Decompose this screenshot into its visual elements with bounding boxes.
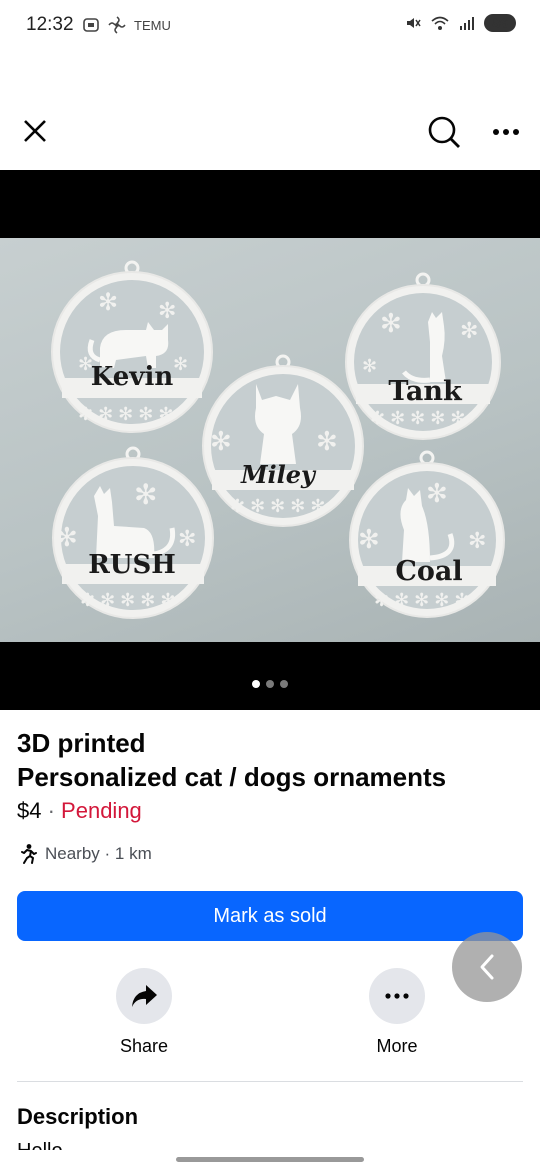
svg-text:✻ ✻ ✻ ✻ ✻: ✻ ✻ ✻ ✻ ✻	[80, 590, 175, 610]
close-icon	[24, 120, 46, 142]
svg-text:✻: ✻	[178, 526, 196, 551]
svg-text:✻ ✻ ✻ ✻ ✻: ✻ ✻ ✻ ✻ ✻	[78, 404, 173, 424]
price-separator: ·	[41, 798, 62, 823]
top-bar	[0, 100, 540, 164]
ornament-kevin: ✻ ✻ ✻ ✻ ✻ ✻ ✻ ✻ ✻	[51, 260, 213, 433]
battery-indicator: 86	[484, 14, 516, 32]
photo-carousel[interactable]: ✻ ✻ ✻ ✻ ✻ ✻ ✻ ✻ ✻ Kevin ✻ ✻ ✻ ✻ ✻ ✻ ✻ ✻ …	[0, 170, 540, 710]
close-button[interactable]	[14, 110, 56, 152]
share-arrow-icon	[132, 985, 157, 1007]
more-dots-icon	[493, 129, 519, 135]
svg-text:✻: ✻	[316, 426, 338, 456]
status-left-icons: TEMU	[82, 16, 171, 34]
floating-back-button[interactable]	[452, 932, 522, 1002]
location-row: Nearby · 1 km	[17, 843, 152, 865]
svg-text:✻: ✻	[56, 522, 78, 552]
ornament-coal: ✻ ✻ ✻ ✻ ✻ ✻ ✻ ✻	[349, 450, 505, 618]
description-heading: Description	[17, 1104, 139, 1129]
ornament-miley: ✻ ✻ ✻ ✻ ✻ ✻ ✻	[202, 354, 364, 527]
search-icon	[428, 116, 460, 148]
location-text: Nearby · 1 km	[45, 844, 152, 863]
signal-icon	[460, 17, 475, 30]
svg-text:✻ ✻ ✻ ✻ ✻: ✻ ✻ ✻ ✻ ✻	[370, 408, 465, 428]
ornament-label-kevin: Kevin	[90, 362, 174, 392]
more-options-button[interactable]	[486, 110, 526, 154]
svg-text:✻: ✻	[426, 478, 448, 508]
more-label: More	[376, 1036, 418, 1056]
carousel-pager	[0, 680, 540, 688]
share-label: Share	[119, 1036, 169, 1056]
mark-as-sold-button[interactable]: Mark as sold	[17, 891, 523, 941]
pager-dot[interactable]	[280, 680, 288, 688]
ornament-label-coal: Coal	[395, 556, 463, 587]
home-indicator[interactable]	[176, 1157, 364, 1162]
status-right-icons: 86	[404, 14, 516, 32]
walking-icon	[21, 844, 37, 864]
ornament-label-miley: Miley	[240, 460, 315, 489]
ornament-rush: ✻ ✻ ✻ ✻ ✻ ✻ ✻ ✻	[52, 446, 214, 619]
ornament-label-tank: Tank	[388, 376, 462, 407]
search-button[interactable]	[422, 110, 466, 154]
ornament-label-rush: RUSH	[88, 550, 176, 580]
section-divider	[17, 1081, 523, 1082]
mute-icon	[407, 18, 422, 28]
ornament-tank: ✻ ✻ ✻ ✻ ✻ ✻ ✻ ✻	[345, 272, 501, 440]
screenshot-icon	[83, 18, 99, 32]
listing-price: $4	[17, 798, 42, 823]
listing-title-line1: 3D printed	[17, 728, 146, 758]
svg-text:✻: ✻	[158, 298, 176, 323]
temu-icon: TEMU	[134, 17, 171, 33]
svg-text:✻: ✻	[468, 528, 486, 553]
svg-text:✻: ✻	[98, 289, 118, 316]
pager-dot[interactable]	[266, 680, 274, 688]
share-button[interactable]	[116, 968, 172, 1024]
chevron-left-icon	[480, 954, 494, 980]
listing-photo[interactable]: ✻ ✻ ✻ ✻ ✻ ✻ ✻ ✻ ✻ Kevin ✻ ✻ ✻ ✻ ✻ ✻ ✻ ✻ …	[0, 238, 540, 642]
svg-text:✻ ✻ ✻ ✻ ✻: ✻ ✻ ✻ ✻ ✻	[374, 590, 469, 610]
more-action[interactable]: More	[337, 968, 457, 1057]
more-button[interactable]	[369, 968, 425, 1024]
svg-text:✻: ✻	[460, 318, 478, 343]
svg-text:✻: ✻	[358, 524, 380, 554]
pager-dot-active[interactable]	[252, 680, 260, 688]
status-time: 12:32	[26, 14, 74, 35]
pinwheel-icon	[108, 16, 126, 34]
price-row: $4 · Pending	[17, 798, 142, 824]
description-text-peek: Hello	[17, 1140, 63, 1150]
listing-title-line2: Personalized cat / dogs ornaments	[17, 762, 447, 792]
status-bar: 12:32 TEMU 86	[0, 0, 540, 52]
more-dots-icon	[385, 993, 409, 999]
svg-text:✻: ✻	[134, 479, 157, 510]
share-action[interactable]: Share	[84, 968, 204, 1057]
listing-status: Pending	[61, 798, 142, 823]
wifi-icon	[431, 16, 449, 30]
svg-text:✻: ✻	[380, 308, 402, 338]
svg-text:✻ ✻ ✻ ✻ ✻: ✻ ✻ ✻ ✻ ✻	[230, 496, 325, 516]
